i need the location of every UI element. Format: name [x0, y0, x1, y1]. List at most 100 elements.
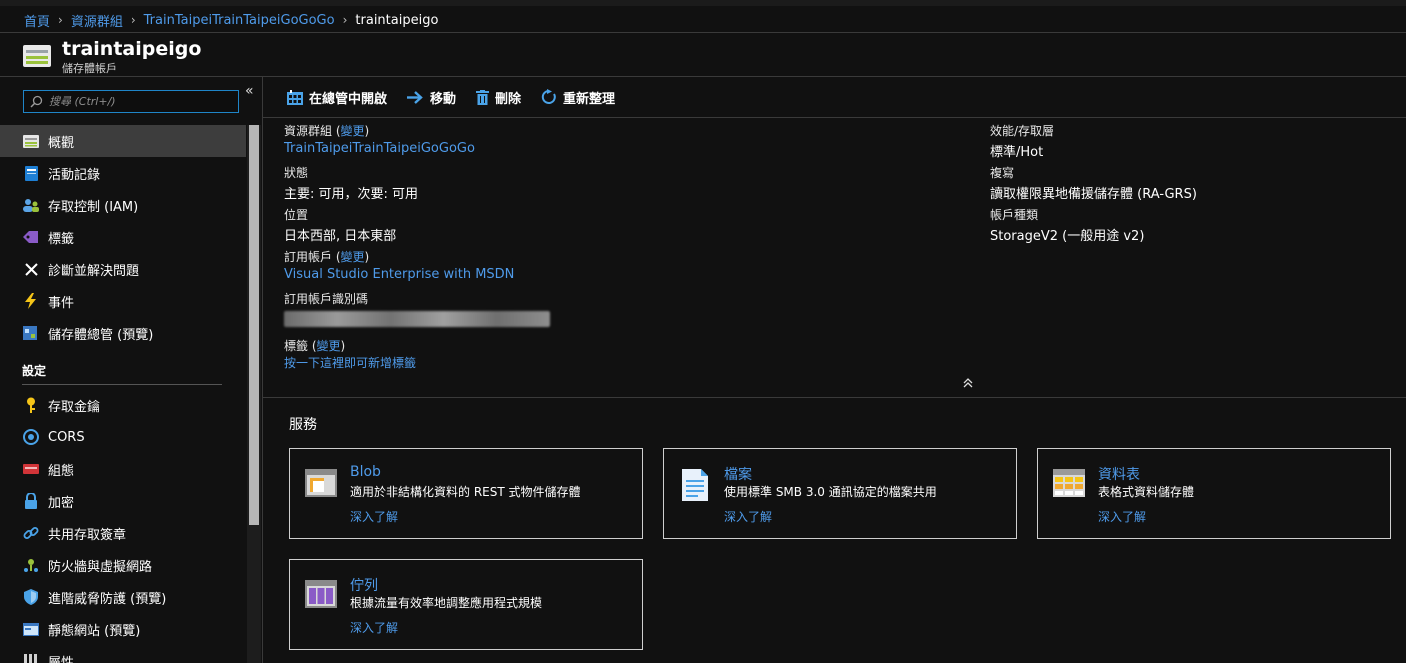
delete-button[interactable]: 刪除	[476, 88, 521, 107]
arrow-right-icon	[407, 90, 424, 104]
table-icon	[1053, 469, 1085, 499]
move-button[interactable]: 移動	[407, 88, 456, 107]
resource-group-value-link[interactable]: TrainTaipeiTrainTaipeiGoGoGo	[284, 141, 475, 156]
explorer-icon	[287, 89, 303, 105]
chevron-right-icon: ›	[130, 13, 136, 27]
prop-performance: 效能/存取層 標準/Hot	[990, 122, 1054, 160]
sidebar-item-events[interactable]: 事件	[0, 285, 246, 317]
sidebar-item-sas[interactable]: 共用存取簽章	[0, 517, 246, 549]
search-input[interactable]	[49, 95, 229, 108]
prop-location: 位置 日本西部, 日本東部	[284, 206, 396, 244]
replication-value: 讀取權限異地備援儲存體 (RA-GRS)	[990, 187, 1197, 202]
breadcrumb: 首頁 › 資源群組 › TrainTaipeiTrainTaipeiGoGoGo…	[24, 10, 438, 30]
essentials-divider	[263, 397, 1406, 398]
activity-log-icon	[22, 164, 40, 182]
sidebar-item-threat-protection[interactable]: 進階威脅防護 (預覽)	[0, 581, 246, 613]
breadcrumb-home[interactable]: 首頁	[24, 11, 50, 30]
service-card-blob[interactable]: Blob 適用於非結構化資料的 REST 式物件儲存體 深入了解	[289, 448, 643, 539]
sidebar-nav: 概觀 活動記錄 存取控制 (IAM) 標籤 診斷並解決問題 事件 儲存體總管 (…	[0, 125, 246, 663]
breadcrumb-resource-group[interactable]: TrainTaipeiTrainTaipeiGoGoGo	[144, 13, 335, 28]
sidebar-item-label: 組態	[48, 463, 75, 479]
service-card-files[interactable]: 檔案 使用標準 SMB 3.0 通訊協定的檔案共用 深入了解	[663, 448, 1017, 539]
delete-label: 刪除	[495, 91, 522, 107]
sidebar-item-firewall[interactable]: 防火牆與虛擬網路	[0, 549, 246, 581]
collapse-essentials-icon[interactable]	[963, 377, 973, 391]
subscription-value-link[interactable]: Visual Studio Enterprise with MSDN	[284, 267, 514, 282]
add-tags-link[interactable]: 按一下這裡即可新增標籤	[284, 354, 416, 371]
sidebar-scrollbar[interactable]	[247, 125, 261, 663]
change-resource-group-link[interactable]: 變更	[341, 124, 365, 138]
page-subtitle: 儲存體帳戶	[62, 62, 117, 75]
scrollbar-thumb[interactable]	[249, 125, 259, 525]
sidebar-item-label: 診斷並解決問題	[48, 263, 140, 279]
sidebar-item-configuration[interactable]: 組態	[0, 453, 246, 485]
refresh-button[interactable]: 重新整理	[541, 88, 615, 107]
prop-tags: 標籤 (變更) 按一下這裡即可新增標籤	[284, 339, 417, 371]
prop-subscription-id: 訂用帳戶識別碼	[284, 290, 550, 327]
cors-icon	[22, 428, 40, 446]
sidebar-item-label: 加密	[48, 495, 75, 511]
sidebar-item-label: 共用存取簽章	[48, 527, 127, 543]
config-icon	[22, 460, 40, 478]
learn-more-link[interactable]: 深入了解	[1098, 508, 1146, 525]
replication-label: 複寫	[990, 166, 1015, 180]
sidebar: « 概觀 活動記錄 存取控制 (IAM) 標籤 診斷並解決問題 事件 儲存體總管	[0, 77, 262, 663]
service-card-title[interactable]: 檔案	[724, 464, 752, 484]
chevron-right-icon: ›	[342, 13, 348, 27]
sidebar-item-access-keys[interactable]: 存取金鑰	[0, 389, 246, 421]
sidebar-item-encryption[interactable]: 加密	[0, 485, 246, 517]
service-card-queues[interactable]: 佇列 根據流量有效率地調整應用程式規模 深入了解	[289, 559, 643, 650]
refresh-label: 重新整理	[563, 91, 616, 107]
breadcrumb-current: traintaipeigo	[355, 12, 439, 28]
sidebar-item-label: 存取金鑰	[48, 399, 101, 415]
prop-subscription: 訂用帳戶 (變更) Visual Studio Enterprise with …	[284, 250, 515, 282]
sidebar-item-properties[interactable]: 屬性	[0, 645, 246, 663]
service-card-desc: 使用標準 SMB 3.0 通訊協定的檔案共用	[724, 485, 937, 499]
service-card-tables[interactable]: 資料表 表格式資料儲存體 深入了解	[1037, 448, 1391, 539]
prop-status: 狀態 主要: 可用，次要: 可用	[284, 164, 418, 202]
command-bar: 在總管中開啟 移動 刪除 重新整理	[263, 77, 1406, 117]
wrench-icon	[22, 260, 40, 278]
search-box[interactable]	[23, 90, 239, 113]
key-icon	[22, 396, 40, 414]
service-card-title[interactable]: Blob	[350, 464, 381, 480]
sidebar-item-label: 進階威脅防護 (預覽)	[48, 591, 167, 607]
tags-label: 標籤	[284, 339, 309, 353]
blob-icon	[305, 469, 337, 499]
sidebar-item-overview[interactable]: 概觀	[0, 125, 246, 157]
page-title: traintaipeigo	[62, 38, 202, 60]
learn-more-link[interactable]: 深入了解	[350, 508, 398, 525]
sidebar-item-cors[interactable]: CORS	[0, 421, 246, 453]
sidebar-item-label: 屬性	[48, 655, 75, 663]
sidebar-item-label: 儲存體總管 (預覽)	[48, 327, 154, 343]
queue-icon	[305, 580, 337, 610]
open-in-explorer-button[interactable]: 在總管中開啟	[287, 88, 387, 107]
file-icon	[679, 469, 711, 501]
sidebar-item-tags[interactable]: 標籤	[0, 221, 246, 253]
sidebar-item-label: 防火牆與虛擬網路	[48, 559, 153, 575]
iam-icon	[22, 196, 40, 214]
service-card-title[interactable]: 佇列	[350, 575, 378, 595]
sidebar-item-static-website[interactable]: 靜態網站 (預覽)	[0, 613, 246, 645]
learn-more-link[interactable]: 深入了解	[350, 619, 398, 636]
sidebar-item-label: 存取控制 (IAM)	[48, 199, 139, 215]
change-subscription-link[interactable]: 變更	[341, 250, 365, 264]
sidebar-item-diagnose[interactable]: 診斷並解決問題	[0, 253, 246, 285]
change-tags-link[interactable]: 變更	[317, 339, 341, 353]
learn-more-link[interactable]: 深入了解	[724, 508, 772, 525]
sidebar-item-activity-log[interactable]: 活動記錄	[0, 157, 246, 189]
breadcrumb-resource-groups[interactable]: 資源群組	[71, 11, 123, 30]
status-value: 主要: 可用，次要: 可用	[284, 187, 419, 202]
location-value: 日本西部, 日本東部	[284, 229, 397, 244]
collapse-sidebar-icon[interactable]: «	[245, 83, 254, 99]
status-label: 狀態	[284, 166, 309, 180]
account-kind-value: StorageV2 (一般用途 v2)	[990, 229, 1145, 244]
sidebar-item-label: 標籤	[48, 231, 75, 247]
firewall-icon	[22, 556, 40, 574]
sidebar-item-iam[interactable]: 存取控制 (IAM)	[0, 189, 246, 221]
move-label: 移動	[430, 91, 457, 107]
sidebar-item-label: 事件	[48, 295, 75, 311]
service-card-title[interactable]: 資料表	[1098, 464, 1140, 484]
resource-group-label: 資源群組	[284, 124, 333, 138]
sidebar-item-storage-explorer[interactable]: 儲存體總管 (預覽)	[0, 317, 246, 349]
